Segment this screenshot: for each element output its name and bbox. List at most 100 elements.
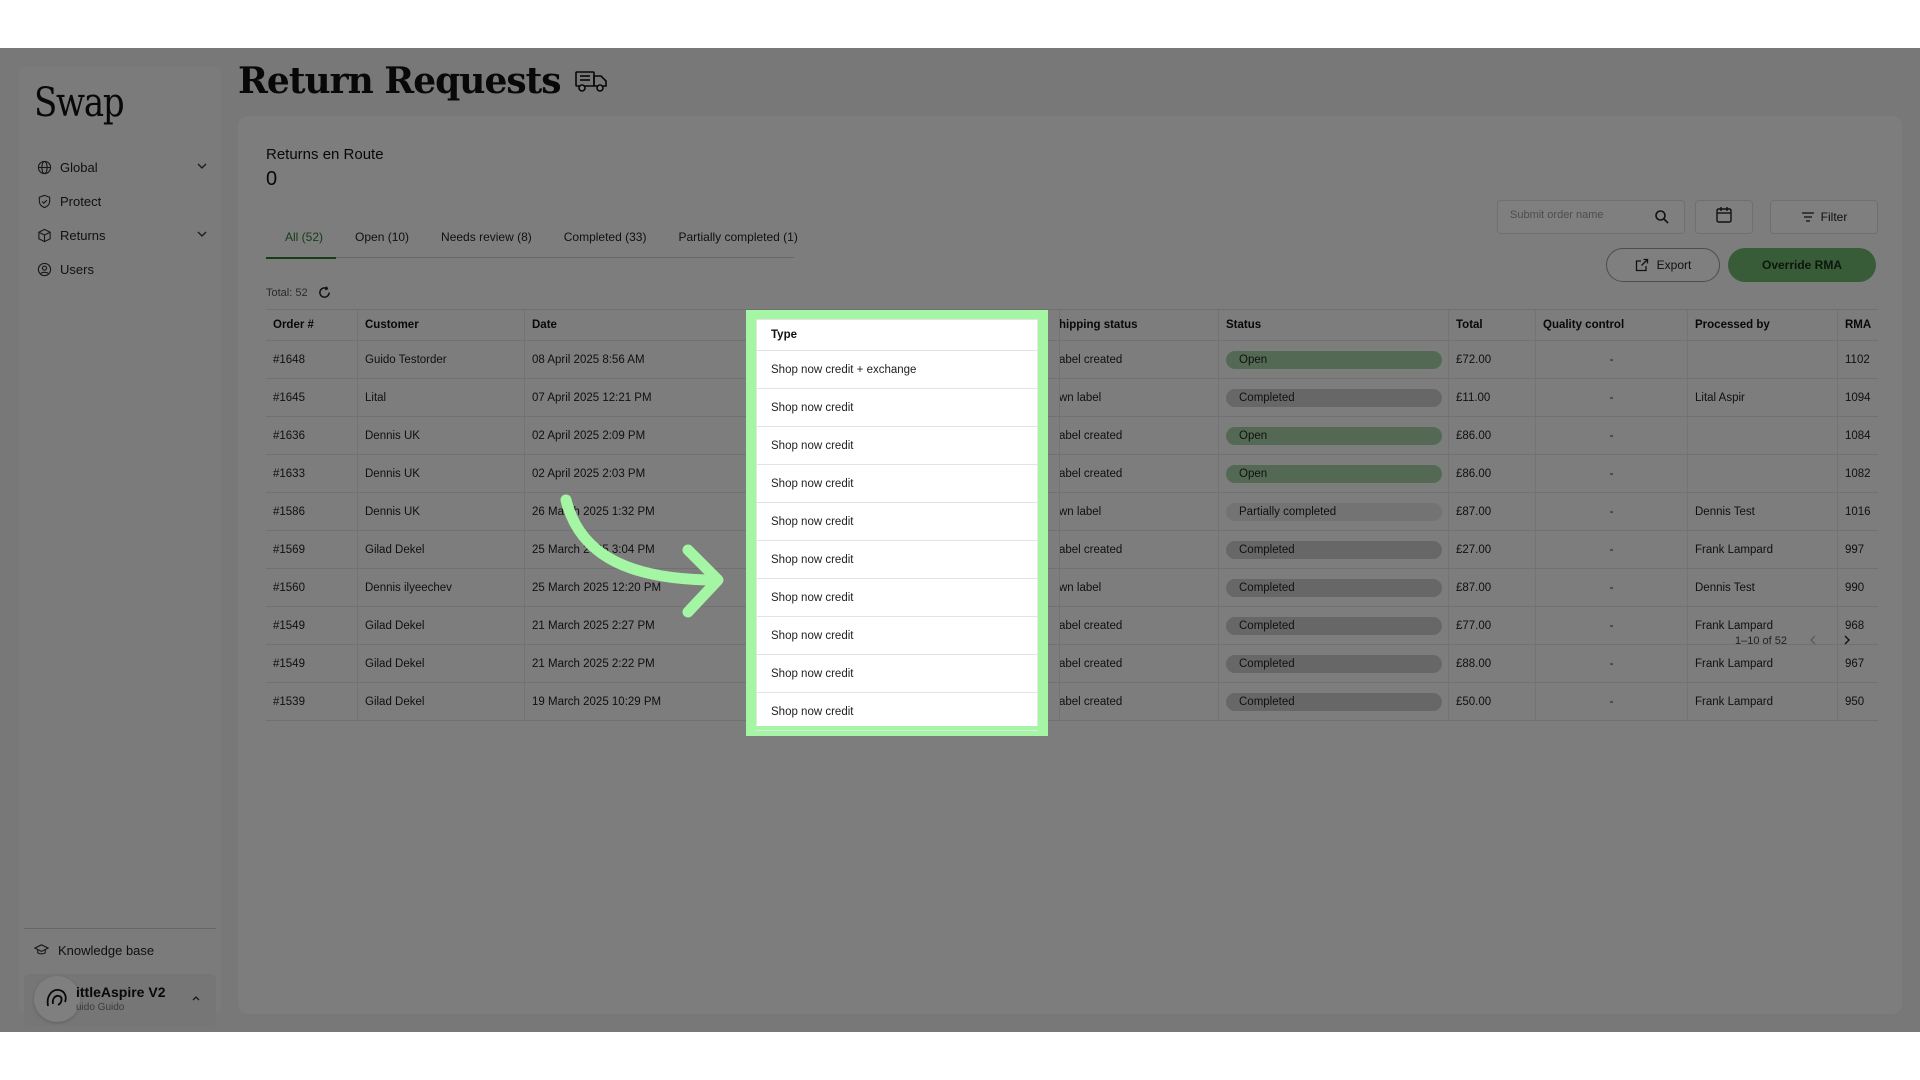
- sidebar-item-protect[interactable]: Protect: [34, 184, 210, 218]
- col-header-order[interactable]: Order #: [266, 310, 358, 340]
- table-header-row: Order # Customer Date Type hipping statu…: [266, 309, 1878, 341]
- date-cell: 21 March 2025 2:22 PM: [525, 645, 764, 682]
- customer-cell: Gilad Dekel: [358, 531, 525, 568]
- status-cell: Completed: [1219, 569, 1449, 606]
- total-label: Total: 52: [266, 287, 308, 299]
- shipping-status-text: wn label: [1060, 581, 1102, 594]
- customer-cell: Guido Testorder: [358, 341, 525, 378]
- sidebar-item-users[interactable]: Users: [34, 252, 210, 286]
- table-row[interactable]: #1539Gilad Dekel19 March 2025 10:29 PMSh…: [266, 683, 1878, 721]
- table-row[interactable]: #1586Dennis UK26 March 2025 1:32 PMShop …: [266, 493, 1878, 531]
- tab-needs-review[interactable]: Needs review (8): [422, 224, 545, 258]
- table-row[interactable]: #1645Lital07 April 2025 12:21 PMShop now…: [266, 379, 1878, 417]
- sidebar-item-returns[interactable]: Returns: [34, 218, 210, 252]
- date-cell: 19 March 2025 10:29 PM: [525, 683, 764, 720]
- sidebar-item-label: Protect: [60, 193, 102, 209]
- shipping-status-cell: abel created: [1060, 607, 1219, 644]
- table-row[interactable]: #1560 Dennis ilyeechev 25 March 2025 12:20…: [266, 569, 1878, 607]
- col-header-processed-by[interactable]: Processed by: [1688, 310, 1838, 340]
- avatar: [34, 976, 80, 1022]
- table-row[interactable]: #1549Gilad Dekel21 March 2025 2:22 PMSho…: [266, 645, 1878, 683]
- knowledge-base-link[interactable]: Knowledge base: [34, 938, 154, 962]
- returns-en-route-value: 0: [266, 168, 278, 190]
- processed-by-cell: Frank Lampard: [1688, 683, 1838, 720]
- filter-button[interactable]: Filter: [1770, 200, 1878, 234]
- knowledge-base-label: Knowledge base: [58, 942, 155, 958]
- quality-control-cell: -: [1536, 341, 1688, 378]
- date-cell: 07 April 2025 12:21 PM: [525, 379, 764, 416]
- page-title: Return Requests: [238, 60, 609, 102]
- status-badge: Open: [1226, 426, 1442, 445]
- col-header-shipping-status[interactable]: hipping status: [1060, 310, 1219, 340]
- total-cell: £88.00: [1449, 645, 1536, 682]
- sidebar-item-global[interactable]: Global: [34, 150, 210, 184]
- total-cell: £27.00: [1449, 531, 1536, 568]
- chevron-right-icon[interactable]: [1841, 634, 1855, 648]
- col-header-quality-control[interactable]: Quality control: [1536, 310, 1688, 340]
- refresh-icon[interactable]: [318, 286, 332, 300]
- quality-control-cell: -: [1536, 417, 1688, 454]
- chevron-up-icon: [190, 992, 202, 1004]
- shipping-status-cell: wn label: [1060, 569, 1219, 606]
- col-header-customer[interactable]: Customer: [358, 310, 525, 340]
- col-header-status[interactable]: Status: [1219, 310, 1449, 340]
- customer-cell: Gilad Dekel: [358, 683, 525, 720]
- sidebar: Swap Global Protect Returns Users Knowle…: [18, 66, 222, 1026]
- date-cell: 02 April 2025 2:03 PM: [525, 455, 764, 492]
- tab-completed[interactable]: Completed (33): [545, 224, 660, 258]
- col-header-total[interactable]: Total: [1449, 310, 1536, 340]
- order-cell: #1539: [266, 683, 358, 720]
- table-row[interactable]: #1633Dennis UK02 April 2025 2:03 PMShop …: [266, 455, 1878, 493]
- shipping-status-text: abel created: [1060, 467, 1123, 480]
- graduation-cap-icon: [34, 942, 50, 958]
- quality-control-cell: -: [1536, 607, 1688, 644]
- shipping-status-text: wn label: [1060, 391, 1102, 404]
- processed-by-cell: [1688, 341, 1838, 378]
- status-cell: Open: [1219, 455, 1449, 492]
- truck-icon: [573, 66, 609, 96]
- status-cell: Completed: [1219, 379, 1449, 416]
- shipping-status-cell: abel created: [1060, 455, 1219, 492]
- quality-control-cell: -: [1536, 645, 1688, 682]
- shipping-status-cell: abel created: [1060, 683, 1219, 720]
- shipping-status-text: abel created: [1060, 543, 1123, 556]
- status-cell: Open: [1219, 417, 1449, 454]
- status-badge: Completed: [1226, 692, 1442, 711]
- total-cell: £86.00: [1449, 455, 1536, 492]
- pagination: 1–10 of 52: [1735, 634, 1855, 648]
- chevron-left-icon[interactable]: [1807, 634, 1821, 648]
- col-header-rma[interactable]: RMA: [1838, 310, 1878, 340]
- export-button[interactable]: Export: [1606, 248, 1720, 282]
- quality-control-cell: -: [1536, 531, 1688, 568]
- shipping-status-text: abel created: [1060, 695, 1123, 708]
- table-row[interactable]: #1549Gilad Dekel21 March 2025 2:27 PMSho…: [266, 607, 1878, 645]
- quality-control-cell: -: [1536, 379, 1688, 416]
- table-row[interactable]: #1636Dennis UK02 April 2025 2:09 PMShop …: [266, 417, 1878, 455]
- tab-open[interactable]: Open (10): [336, 224, 422, 258]
- processed-by-cell: Frank Lampard: [1688, 531, 1838, 568]
- table-row[interactable]: #1648 Guido Testorder 08 April 2025 8:56 A…: [266, 341, 1878, 379]
- search-icon[interactable]: [1654, 209, 1672, 227]
- order-cell: #1636: [266, 417, 358, 454]
- rma-cell: 1016: [1845, 505, 1871, 518]
- search-input[interactable]: [1510, 209, 1640, 221]
- chevron-down-icon[interactable]: [196, 228, 210, 242]
- filter-icon: [1801, 210, 1815, 224]
- order-cell: #1633: [266, 455, 358, 492]
- account-switcher[interactable]: ittleAspire V2 uido Guido: [24, 974, 216, 1026]
- customer-cell: Dennis UK: [358, 417, 525, 454]
- status-cell: Completed: [1219, 645, 1449, 682]
- type-column-cell: Shop now credit: [756, 389, 1038, 427]
- rma-cell: 1084: [1845, 429, 1871, 442]
- date-picker-button[interactable]: [1695, 200, 1753, 234]
- total-cell: £87.00: [1449, 569, 1536, 606]
- table-row[interactable]: #1569Gilad Dekel25 March 2025 3:04 PMSho…: [266, 531, 1878, 569]
- type-column-header: Type: [756, 319, 1038, 351]
- app-frame: Swap Global Protect Returns Users Knowle…: [0, 48, 1920, 1032]
- tab-partially-completed[interactable]: Partially completed (1): [659, 224, 810, 258]
- override-rma-button[interactable]: Override RMA: [1728, 248, 1876, 282]
- total-cell: £11.00: [1449, 379, 1536, 416]
- tab-all[interactable]: All (52): [266, 224, 337, 259]
- chevron-down-icon[interactable]: [196, 160, 210, 174]
- col-header-date[interactable]: Date: [525, 310, 764, 340]
